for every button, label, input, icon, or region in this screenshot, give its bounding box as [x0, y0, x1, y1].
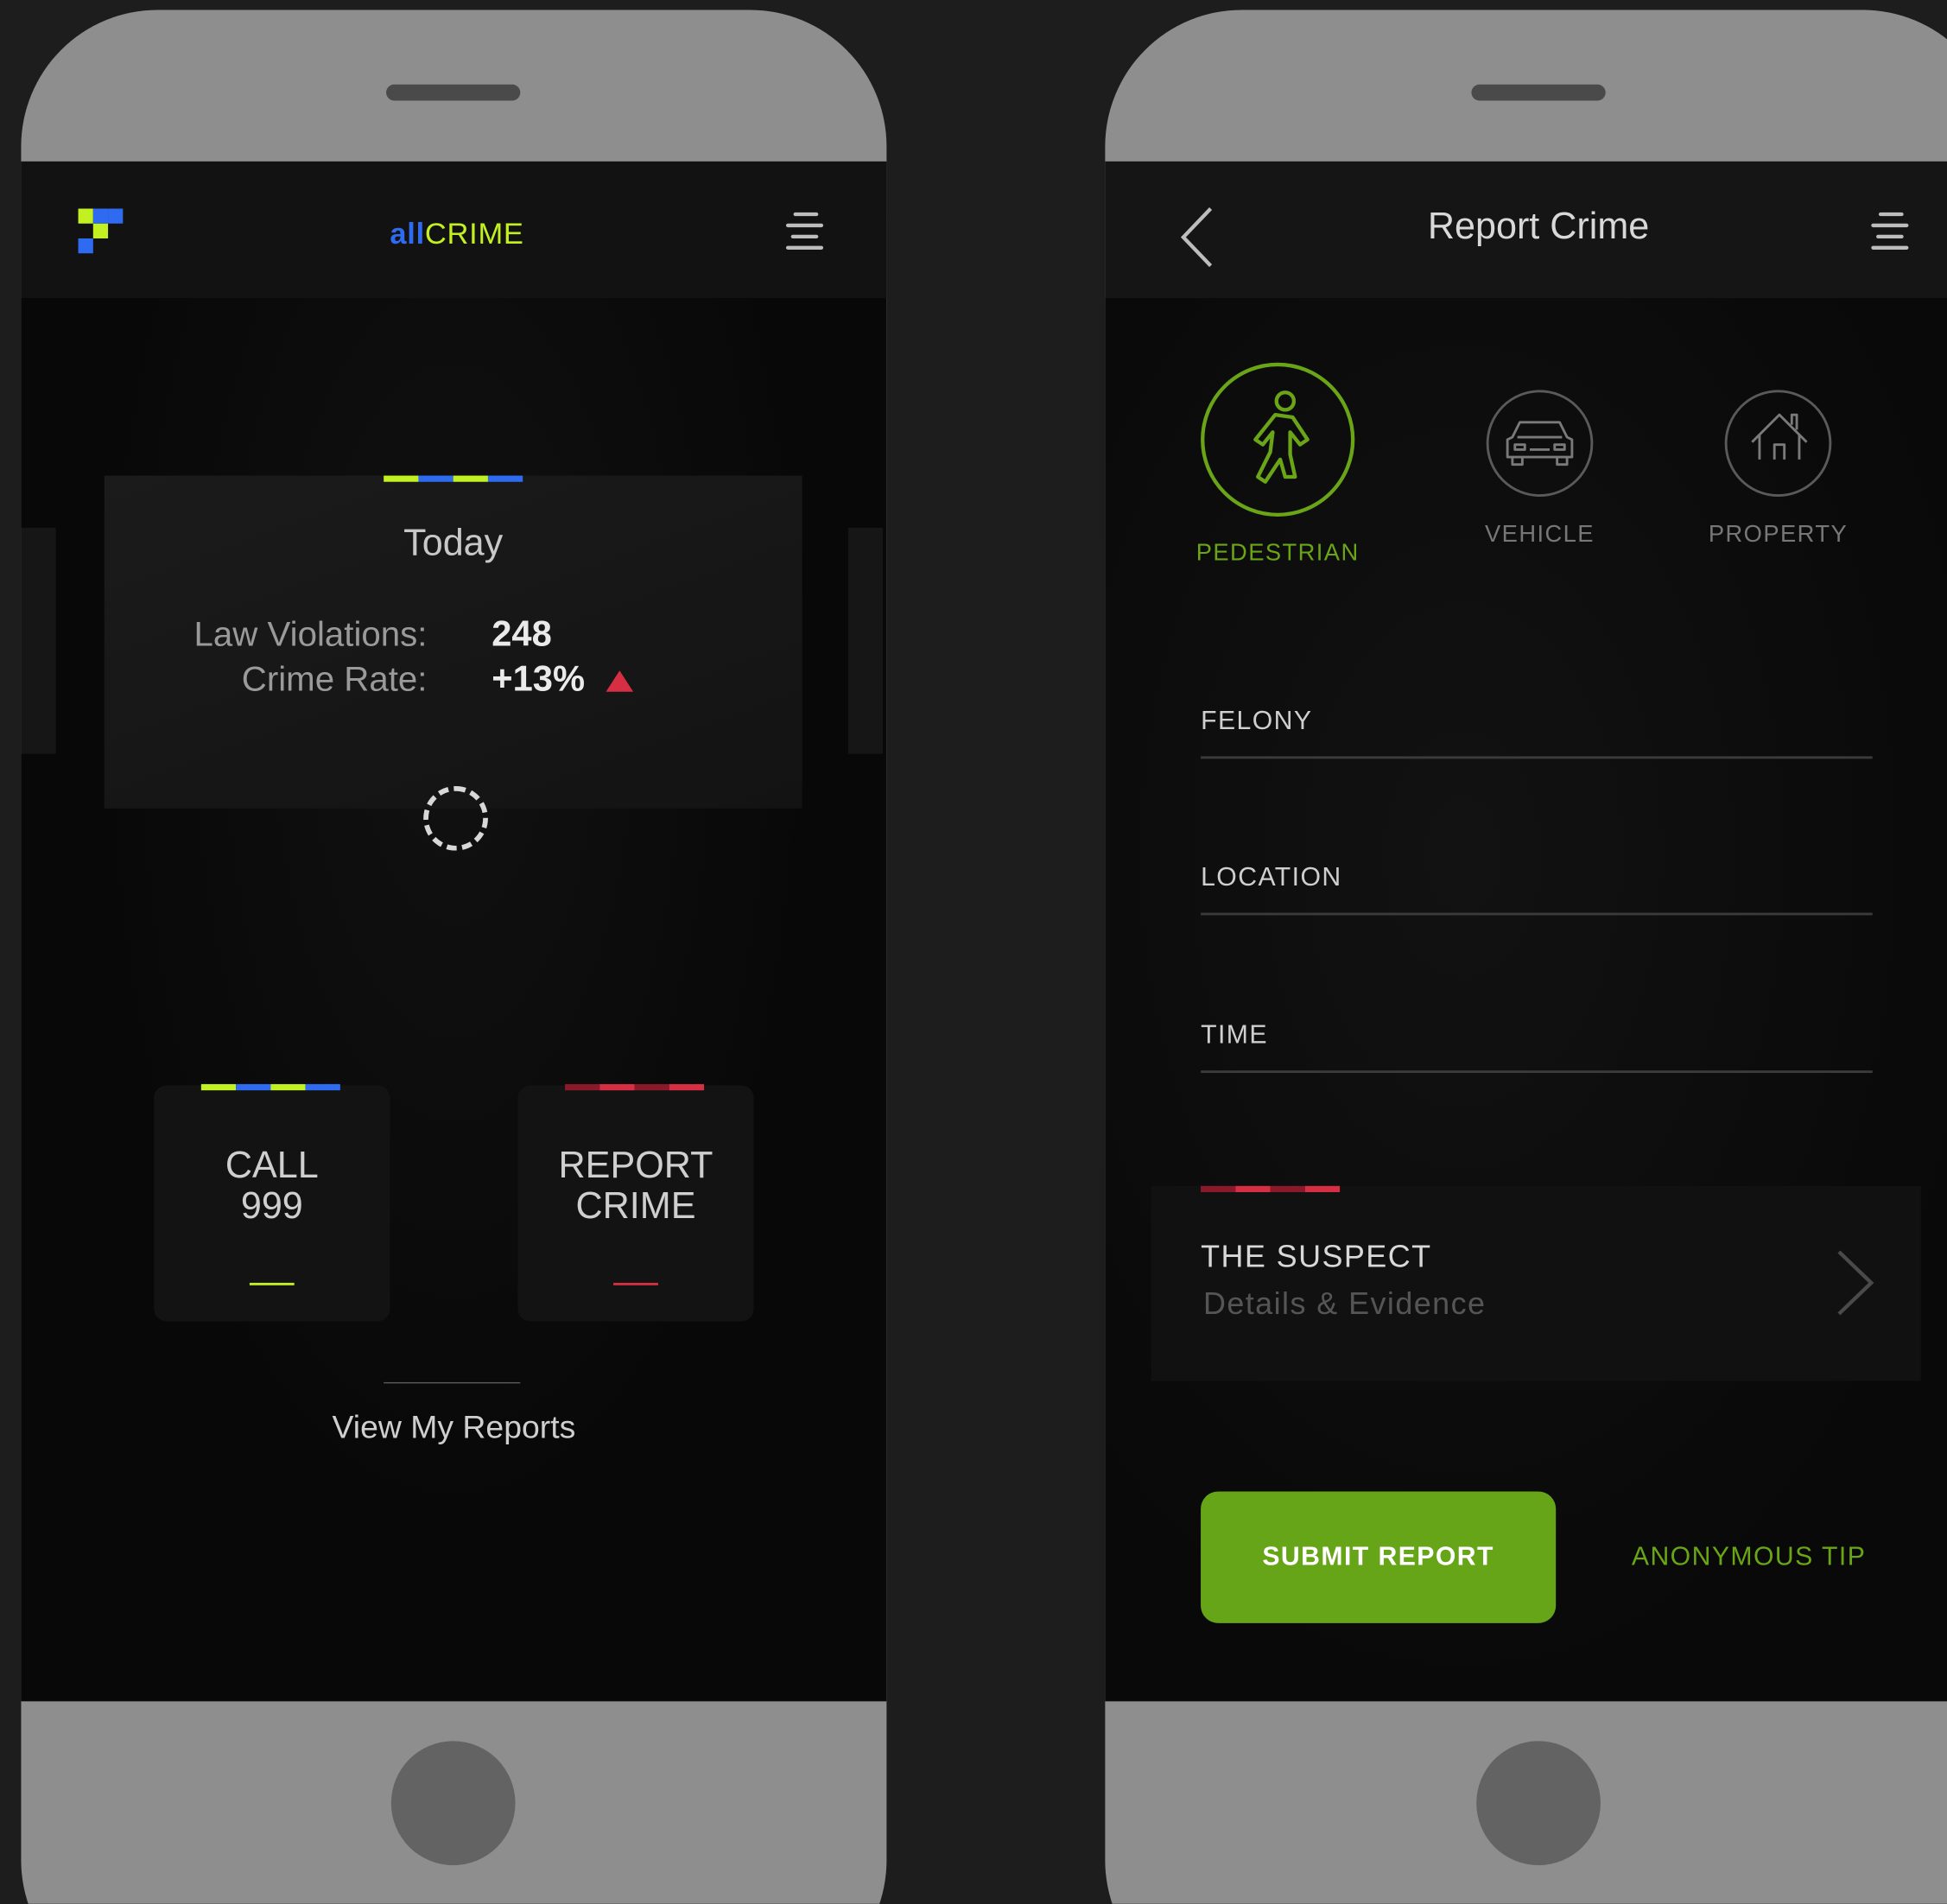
- crime-rate-label: Crime Rate:: [241, 659, 428, 698]
- report-crime-button[interactable]: REPORT CRIME: [517, 1083, 754, 1322]
- phone-home-button[interactable]: [390, 1741, 516, 1866]
- chevron-right-icon: [1837, 1250, 1874, 1316]
- phone-frame-report: Report Crime PEDESTRIAN VEHICLE PROPERTY…: [1105, 10, 1947, 1904]
- time-field-label[interactable]: TIME: [1201, 1021, 1268, 1051]
- car-icon: [1506, 421, 1574, 466]
- phone-frame-home: allCRIME Today Law Violations: 248 Crime…: [21, 10, 887, 1904]
- loading-spinner-icon: [423, 785, 488, 851]
- divider: [384, 1381, 521, 1384]
- brand-prefix: all: [390, 217, 425, 251]
- today-stats-card: Today Law Violations: 248 Crime Rate: +1…: [104, 475, 802, 809]
- category-label: VEHICLE: [1485, 521, 1595, 548]
- crime-rate-value: +13%: [492, 659, 586, 700]
- tile-underline: [613, 1282, 658, 1285]
- allcrime-logo-icon: [78, 208, 124, 254]
- suspect-title: THE SUSPECT: [1201, 1239, 1432, 1274]
- home-screen: allCRIME Today Law Violations: 248 Crime…: [21, 161, 887, 1702]
- category-property[interactable]: PROPERTY: [1709, 390, 1847, 548]
- page-title: Report Crime: [1427, 206, 1650, 248]
- tile-underline: [249, 1282, 295, 1285]
- back-chevron-icon[interactable]: [1180, 206, 1214, 269]
- suspect-subtitle: Details & Evidence: [1202, 1286, 1487, 1322]
- view-my-reports-link[interactable]: View My Reports: [21, 1408, 886, 1447]
- call-999-button[interactable]: CALL 999: [154, 1083, 390, 1322]
- law-violations-value: 248: [492, 614, 552, 655]
- triangle-up-icon: [606, 670, 634, 692]
- felony-field-label[interactable]: FELONY: [1201, 707, 1312, 737]
- category-pedestrian[interactable]: PEDESTRIAN: [1196, 362, 1358, 567]
- phone-speaker: [1471, 84, 1606, 101]
- app-brand-title: allCRIME: [390, 218, 523, 252]
- menu-icon[interactable]: [785, 212, 826, 250]
- time-field-underline[interactable]: [1201, 1070, 1873, 1073]
- law-violations-label: Law Violations:: [193, 614, 428, 654]
- call-999-label: CALL 999: [225, 1145, 319, 1228]
- report-screen: Report Crime PEDESTRIAN VEHICLE PROPERTY…: [1105, 161, 1947, 1702]
- pedestrian-icon: [1253, 390, 1310, 484]
- phone-home-button[interactable]: [1476, 1741, 1601, 1866]
- tile-accent-stripe: [565, 1083, 705, 1091]
- location-field-underline[interactable]: [1201, 912, 1873, 916]
- category-vehicle[interactable]: VEHICLE: [1485, 390, 1594, 548]
- anonymous-tip-link[interactable]: ANONYMOUS TIP: [1632, 1542, 1866, 1572]
- brand-suffix: CRIME: [424, 217, 524, 251]
- carousel-prev-card-edge[interactable]: [21, 527, 56, 754]
- menu-icon[interactable]: [1871, 212, 1911, 250]
- house-icon: [1751, 413, 1808, 460]
- location-field-label[interactable]: LOCATION: [1201, 863, 1342, 893]
- tile-accent-stripe: [200, 1083, 340, 1091]
- report-app-bar: Report Crime: [1105, 161, 1947, 298]
- report-crime-label: REPORT CRIME: [558, 1145, 713, 1228]
- submit-report-button[interactable]: SUBMIT REPORT: [1201, 1491, 1557, 1623]
- phone-speaker: [386, 84, 521, 101]
- suspect-details-card[interactable]: THE SUSPECT Details & Evidence: [1151, 1185, 1921, 1381]
- today-title: Today: [403, 523, 504, 564]
- category-label: PEDESTRIAN: [1195, 540, 1360, 567]
- category-label: PROPERTY: [1708, 521, 1849, 548]
- home-app-bar: allCRIME: [21, 161, 887, 298]
- carousel-next-card-edge[interactable]: [847, 527, 884, 754]
- card-accent-stripe: [384, 475, 523, 482]
- card-accent-stripe: [1201, 1185, 1341, 1192]
- felony-field-underline[interactable]: [1201, 756, 1873, 759]
